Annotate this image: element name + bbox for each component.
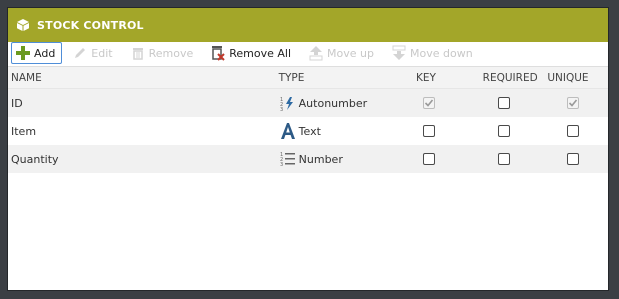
column-header-type[interactable]: TYPE (279, 72, 388, 84)
move-up-button[interactable]: Move up (304, 42, 381, 64)
trash-icon (130, 45, 146, 61)
field-type-cell: 1 2 3 Autonumber (279, 94, 388, 112)
add-button-label: Add (34, 46, 56, 60)
required-checkbox[interactable] (497, 153, 510, 165)
pencil-icon (72, 45, 88, 61)
fields-panel: Add Edit Remove Remove All Move up Move … (8, 42, 608, 290)
key-cell (388, 97, 483, 109)
window-title: STOCK CONTROL (37, 18, 144, 32)
move-up-icon (308, 45, 324, 61)
table-header: NAME TYPE KEY REQUIRED UNIQUE (8, 66, 608, 89)
svg-text:3: 3 (280, 162, 283, 167)
unique-checkbox[interactable] (567, 153, 580, 165)
column-header-unique[interactable]: UNIQUE (547, 72, 608, 84)
move-down-button[interactable]: Move down (387, 42, 480, 64)
key-checkbox[interactable] (423, 125, 436, 137)
table-row[interactable]: ID 1 2 3 Autonumber (8, 89, 608, 117)
field-name: Item (11, 124, 37, 138)
svg-text:3: 3 (280, 107, 283, 111)
required-cell (483, 153, 548, 165)
remove-button[interactable]: Remove (126, 42, 201, 64)
column-header-key[interactable]: KEY (388, 72, 483, 84)
move-up-button-label: Move up (327, 46, 374, 60)
table-row[interactable]: Quantity 1 2 3 Number (8, 145, 608, 173)
table-row[interactable]: Item Text (8, 117, 608, 145)
field-type-cell: 1 2 3 Number (279, 150, 388, 168)
edit-button-label: Edit (91, 46, 113, 60)
edit-button[interactable]: Edit (68, 42, 119, 64)
field-type-cell: Text (279, 122, 388, 140)
required-cell (483, 97, 548, 109)
text-type-icon (279, 122, 297, 140)
field-name: Quantity (11, 152, 59, 166)
move-down-icon (391, 45, 407, 61)
field-type-label: Number (298, 152, 343, 166)
move-down-button-label: Move down (409, 46, 473, 60)
box-icon (15, 17, 31, 33)
unique-cell (547, 97, 608, 109)
unique-cell (547, 153, 608, 165)
autonumber-icon: 1 2 3 (279, 94, 297, 112)
unique-checkbox[interactable] (567, 97, 580, 109)
unique-checkbox[interactable] (567, 125, 580, 137)
key-checkbox[interactable] (423, 97, 436, 109)
key-checkbox[interactable] (423, 153, 436, 165)
remove-button-label: Remove (148, 46, 194, 60)
plus-icon (15, 45, 31, 61)
key-cell (388, 125, 483, 137)
field-type-label: Autonumber (298, 96, 368, 110)
column-header-name[interactable]: NAME (8, 72, 279, 84)
add-button[interactable]: Add (11, 42, 63, 64)
fields-table: NAME TYPE KEY REQUIRED UNIQUE ID 1 2 3 A… (8, 66, 608, 173)
required-checkbox[interactable] (497, 125, 510, 137)
key-cell (388, 153, 483, 165)
remove-all-button[interactable]: Remove All (206, 42, 298, 64)
required-checkbox[interactable] (497, 97, 510, 109)
number-list-icon: 1 2 3 (279, 150, 297, 168)
toolbar: Add Edit Remove Remove All Move up Move … (8, 42, 608, 64)
remove-all-button-label: Remove All (229, 46, 292, 60)
required-cell (483, 125, 548, 137)
trash-x-icon (210, 45, 226, 61)
stock-control-window: STOCK CONTROL Add Edit Remove Remove All… (8, 8, 608, 290)
column-header-required[interactable]: REQUIRED (483, 72, 548, 84)
unique-cell (547, 125, 608, 137)
window-titlebar: STOCK CONTROL (8, 8, 608, 42)
field-type-label: Text (298, 124, 321, 138)
field-name: ID (11, 96, 23, 110)
